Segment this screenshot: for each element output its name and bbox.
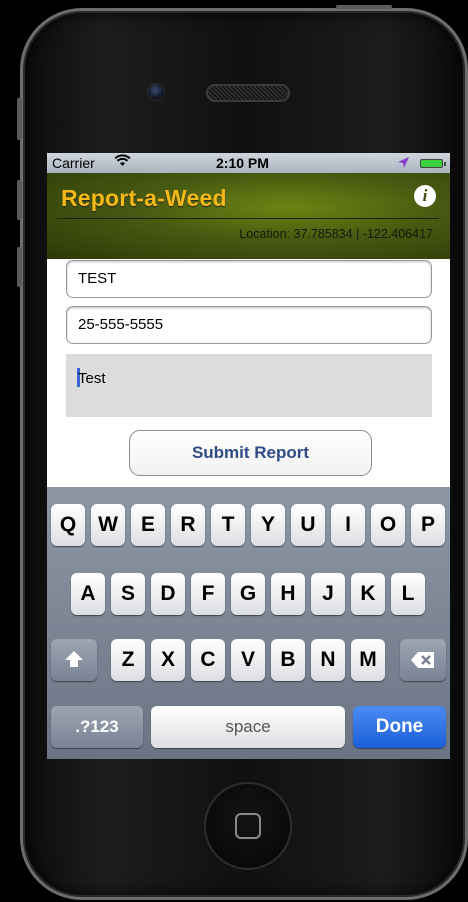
notes-text: Test xyxy=(78,370,106,387)
home-button[interactable] xyxy=(204,782,292,870)
info-icon[interactable]: i xyxy=(414,185,436,207)
key-m[interactable]: M xyxy=(351,639,385,681)
key-a[interactable]: A xyxy=(71,573,105,615)
key-b[interactable]: B xyxy=(271,639,305,681)
power-button xyxy=(336,5,392,9)
silent-switch xyxy=(17,98,22,140)
status-time: 2:10 PM xyxy=(216,155,269,171)
key-i[interactable]: I xyxy=(331,504,365,546)
front-camera xyxy=(147,83,165,101)
shift-key[interactable] xyxy=(51,639,97,681)
app-title: Report-a-Weed xyxy=(61,185,227,211)
home-square-icon xyxy=(235,813,261,839)
keyboard: Q W E R T Y U I O P A S D F G H J K L Z … xyxy=(47,487,450,759)
location-arrow-icon xyxy=(397,156,410,172)
key-x[interactable]: X xyxy=(151,639,185,681)
key-p[interactable]: P xyxy=(411,504,445,546)
key-j[interactable]: J xyxy=(311,573,345,615)
key-f[interactable]: F xyxy=(191,573,225,615)
screen: Carrier 2:10 PM Report-a-Weed i Location… xyxy=(47,153,450,759)
header-divider xyxy=(57,218,439,219)
key-g[interactable]: G xyxy=(231,573,265,615)
key-n[interactable]: N xyxy=(311,639,345,681)
earpiece-speaker xyxy=(206,84,290,102)
key-d[interactable]: D xyxy=(151,573,185,615)
key-z[interactable]: Z xyxy=(111,639,145,681)
key-w[interactable]: W xyxy=(91,504,125,546)
key-y[interactable]: Y xyxy=(251,504,285,546)
backspace-icon xyxy=(410,648,436,671)
backspace-key[interactable] xyxy=(400,639,446,681)
key-q[interactable]: Q xyxy=(51,504,85,546)
key-c[interactable]: C xyxy=(191,639,225,681)
key-o[interactable]: O xyxy=(371,504,405,546)
key-t[interactable]: T xyxy=(211,504,245,546)
key-v[interactable]: V xyxy=(231,639,265,681)
app-header: Report-a-Weed i Location: 37.785834 | -1… xyxy=(47,173,450,259)
key-e[interactable]: E xyxy=(131,504,165,546)
space-key[interactable]: space xyxy=(151,706,345,748)
done-key[interactable]: Done xyxy=(353,706,446,748)
location-readout: Location: 37.785834 | -122.406417 xyxy=(239,227,433,241)
battery-icon xyxy=(420,159,446,168)
numbers-key[interactable]: .?123 xyxy=(51,706,143,748)
wifi-icon xyxy=(114,154,131,170)
key-h[interactable]: H xyxy=(271,573,305,615)
notes-field[interactable]: Test xyxy=(66,354,432,417)
key-k[interactable]: K xyxy=(351,573,385,615)
shift-icon xyxy=(63,648,85,671)
key-l[interactable]: L xyxy=(391,573,425,615)
volume-up-button xyxy=(17,180,22,220)
status-bar: Carrier 2:10 PM xyxy=(47,153,450,173)
carrier-label: Carrier xyxy=(52,155,95,171)
name-field[interactable]: TEST xyxy=(66,260,432,298)
phone-field[interactable]: 25-555-5555 xyxy=(66,306,432,344)
key-u[interactable]: U xyxy=(291,504,325,546)
volume-down-button xyxy=(17,247,22,287)
key-r[interactable]: R xyxy=(171,504,205,546)
submit-report-button[interactable]: Submit Report xyxy=(129,430,372,476)
key-s[interactable]: S xyxy=(111,573,145,615)
